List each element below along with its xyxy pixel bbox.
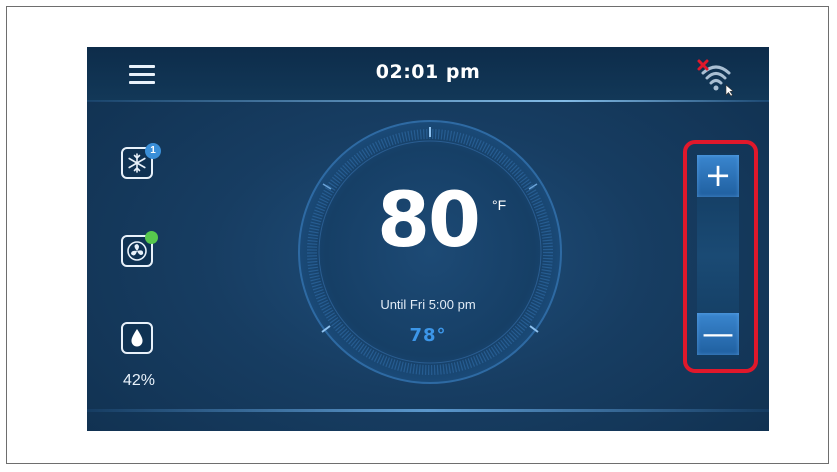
mode-badge: 1: [145, 143, 161, 159]
humidity-value: 42%: [122, 372, 156, 389]
bottom-divider: [87, 409, 769, 412]
highlight-outline: [683, 140, 758, 373]
current-temperature: 80: [377, 175, 481, 264]
wifi-disconnected-icon[interactable]: [695, 57, 739, 97]
top-bar-divider: [87, 100, 769, 102]
schedule-text: Until Fri 5:00 pm: [380, 297, 476, 312]
thermostat-screen: 02:01 pm 1 42% 80 °F Until Fri 5:00 pm 7…: [87, 47, 769, 431]
temperature-unit: °F: [492, 197, 507, 213]
clock-time: 02:01 pm: [375, 61, 481, 83]
setpoint-temperature: 78°: [409, 325, 447, 346]
